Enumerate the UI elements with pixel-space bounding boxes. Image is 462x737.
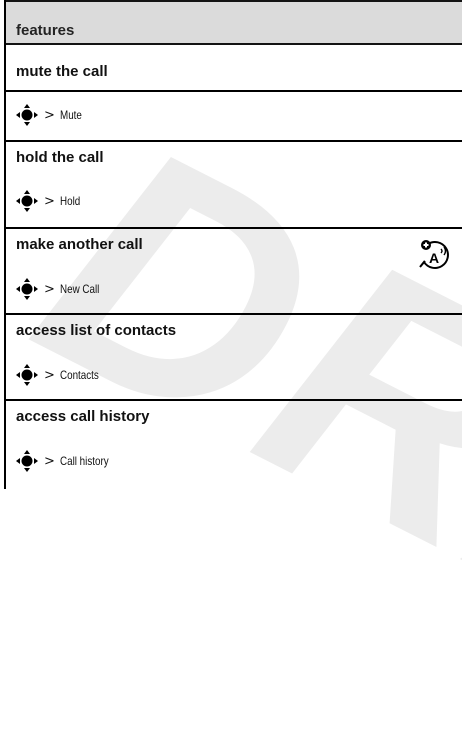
navigation-key-icon — [16, 450, 38, 472]
row-divider — [6, 399, 462, 401]
network-feature-icon: A — [419, 240, 449, 269]
row-divider — [6, 90, 462, 92]
navigation-key-icon — [16, 278, 38, 300]
menu-item-hold: Hold — [59, 194, 81, 208]
header-title: features — [16, 22, 75, 39]
menu-path-mute: > Mute — [14, 104, 87, 126]
menu-item-contacts: Contacts — [59, 368, 99, 382]
navigation-key-icon — [16, 364, 38, 386]
menu-item-mute: Mute — [59, 108, 82, 122]
row-divider — [6, 313, 462, 315]
feature-title-mute: mute the call — [16, 63, 108, 80]
menu-separator: > — [44, 193, 55, 209]
menu-item-call-history: Call history — [59, 454, 109, 468]
menu-separator: > — [44, 107, 55, 123]
feature-title-new-call: make another call — [16, 236, 143, 253]
menu-item-new-call: New Call — [59, 282, 100, 296]
navigation-key-icon — [16, 104, 38, 126]
feature-title-contacts: access list of contacts — [16, 322, 177, 339]
menu-separator: > — [44, 453, 55, 469]
navigation-key-icon — [16, 190, 38, 212]
feature-title-call-history: access call history — [16, 408, 150, 425]
table-header: features — [6, 0, 462, 45]
row-divider — [6, 227, 462, 229]
features-table: features mute the call > Mute hold the c… — [4, 0, 462, 489]
row-divider — [6, 140, 462, 142]
menu-path-contacts: > Contacts — [14, 364, 107, 386]
feature-title-hold: hold the call — [16, 149, 104, 166]
menu-separator: > — [44, 281, 55, 297]
menu-path-hold: > Hold — [14, 190, 85, 212]
menu-path-new-call: > New Call — [14, 278, 108, 300]
menu-separator: > — [44, 367, 55, 383]
menu-path-call-history: > Call history — [14, 450, 119, 472]
svg-text:A: A — [429, 250, 439, 266]
